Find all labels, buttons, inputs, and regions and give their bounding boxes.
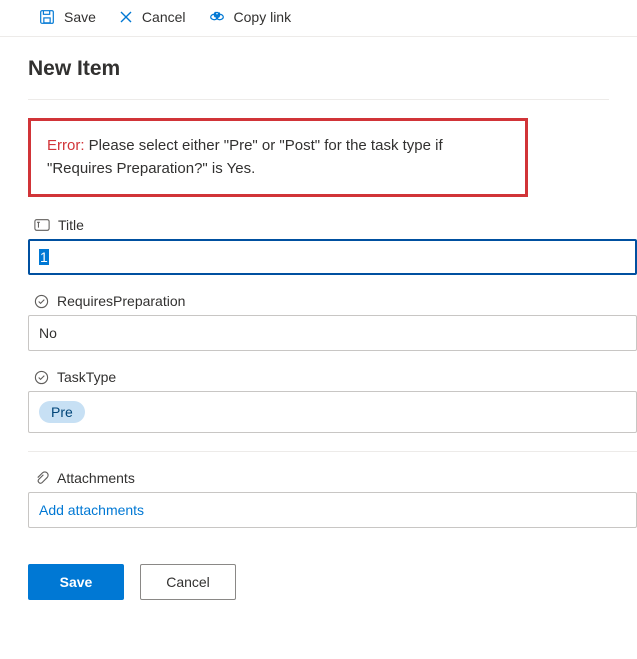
attachments-placeholder: Add attachments	[39, 502, 144, 518]
command-bar: Save Cancel Copy link	[0, 0, 637, 37]
save-button[interactable]: Save	[28, 564, 124, 600]
validation-error: Error: Please select either "Pre" or "Po…	[28, 118, 528, 197]
field-title-label-row: Title	[28, 213, 637, 239]
field-requires-preparation-label: RequiresPreparation	[57, 293, 185, 309]
form: Title 1 RequiresPreparation No TaskType …	[0, 213, 637, 620]
field-title-label: Title	[58, 217, 84, 233]
cancel-command[interactable]: Cancel	[118, 9, 186, 25]
link-icon	[208, 8, 226, 26]
cancel-command-label: Cancel	[142, 9, 186, 25]
copy-link-command-label: Copy link	[234, 9, 292, 25]
error-label: Error:	[47, 137, 85, 154]
attachments-input[interactable]: Add attachments	[28, 492, 637, 528]
cancel-button[interactable]: Cancel	[140, 564, 236, 600]
error-message: Please select either "Pre" or "Post" for…	[47, 137, 443, 177]
requires-preparation-value: No	[39, 325, 57, 341]
paperclip-icon	[34, 471, 49, 486]
copy-link-command[interactable]: Copy link	[208, 8, 292, 26]
field-task-type: TaskType Pre	[28, 365, 637, 433]
field-title: Title 1	[28, 213, 637, 275]
field-attachments: Attachments Add attachments	[28, 466, 637, 528]
field-attachments-label-row: Attachments	[28, 466, 637, 492]
check-circle-icon	[34, 370, 49, 385]
title-input-value: 1	[39, 249, 49, 265]
field-requires-preparation-label-row: RequiresPreparation	[28, 289, 637, 315]
task-type-select[interactable]: Pre	[28, 391, 637, 433]
field-task-type-label: TaskType	[57, 369, 116, 385]
field-attachments-label: Attachments	[57, 470, 135, 486]
attachments-divider	[28, 451, 637, 452]
divider	[28, 99, 609, 100]
close-icon	[118, 9, 134, 25]
field-task-type-label-row: TaskType	[28, 365, 637, 391]
task-type-pill[interactable]: Pre	[39, 401, 85, 423]
save-command-label: Save	[64, 9, 96, 25]
form-buttons: Save Cancel	[28, 542, 637, 620]
field-requires-preparation: RequiresPreparation No	[28, 289, 637, 351]
check-circle-icon	[34, 294, 49, 309]
save-command[interactable]: Save	[38, 8, 96, 26]
save-icon	[38, 8, 56, 26]
text-field-icon	[34, 218, 50, 232]
requires-preparation-select[interactable]: No	[28, 315, 637, 351]
page-title: New Item	[0, 37, 637, 93]
title-input[interactable]: 1	[28, 239, 637, 275]
task-type-value: Pre	[51, 404, 73, 420]
